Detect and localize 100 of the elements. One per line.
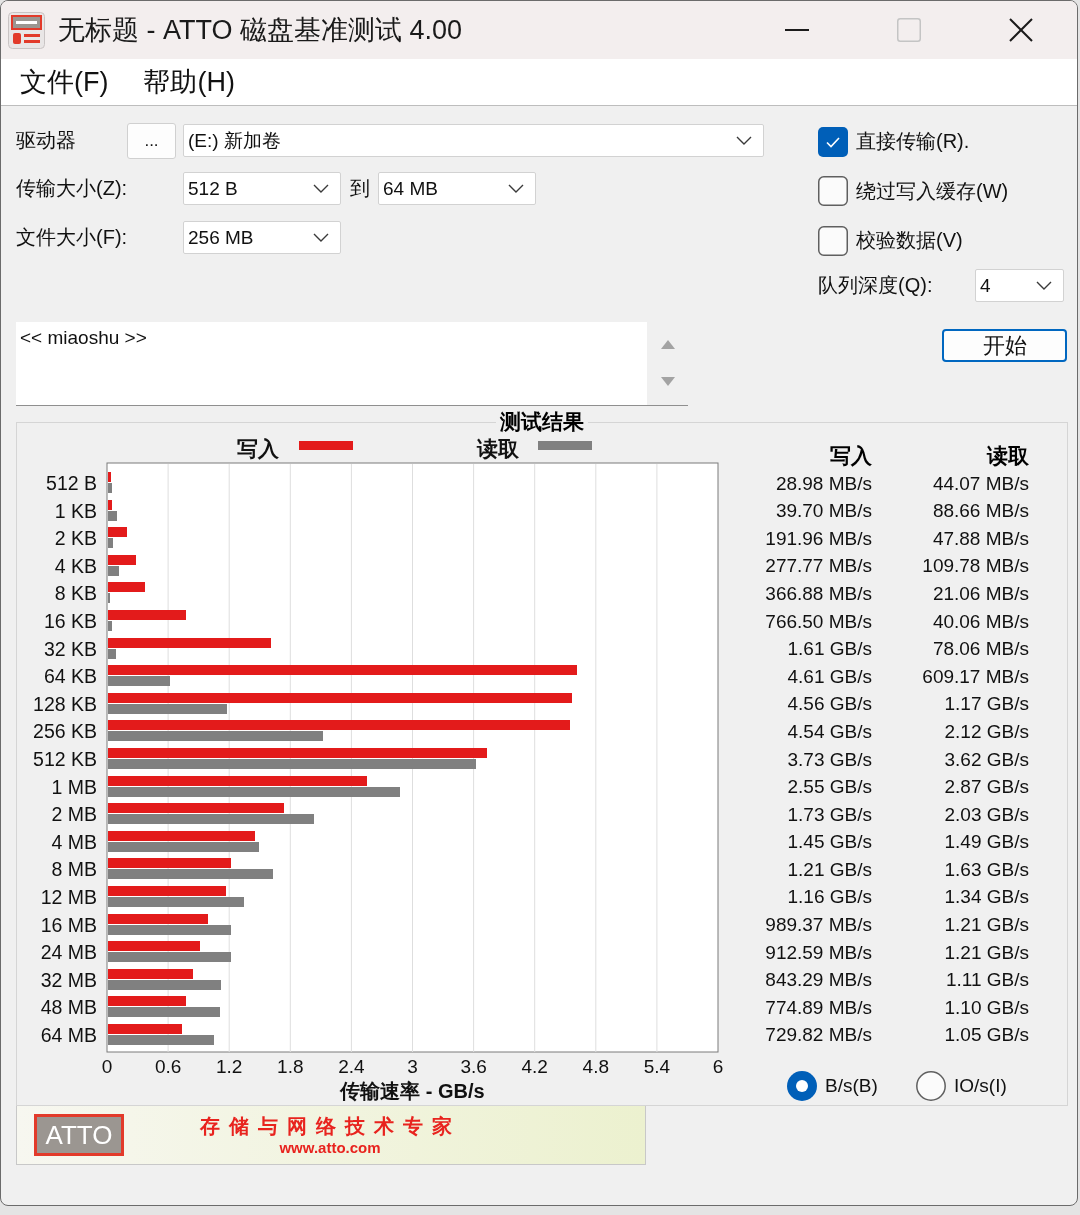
write-speed-cell: 843.29 MB/s xyxy=(765,969,872,992)
read-speed-bar xyxy=(107,483,112,493)
read-speed-cell: 609.17 MB/s xyxy=(922,665,1029,688)
read-speed-cell: 1.21 GB/s xyxy=(944,914,1029,937)
block-size-label: 4 MB xyxy=(51,830,97,853)
x-tick-label: 3.6 xyxy=(460,1056,487,1077)
block-size-label: 512 KB xyxy=(33,748,97,770)
column-header: 读取 xyxy=(987,443,1029,469)
chevron-down-icon xyxy=(736,136,752,145)
write-speed-cell: 277.77 MB/s xyxy=(765,555,872,578)
read-speed-cell: 88.66 MB/s xyxy=(932,500,1029,523)
read-speed-bar xyxy=(107,648,116,659)
radio-button[interactable] xyxy=(916,1070,946,1101)
scroll-up-icon[interactable] xyxy=(660,340,675,349)
read-speed-cell: 3.62 GB/s xyxy=(944,748,1029,771)
read-speed-cell: 2.12 GB/s xyxy=(944,720,1029,743)
radio-label[interactable]: B/s(B) xyxy=(825,1074,878,1097)
to-label: 到 xyxy=(350,176,370,201)
x-tick-label: 1.8 xyxy=(277,1056,304,1077)
scroll-down-icon[interactable] xyxy=(660,377,675,386)
x-tick-label: 1.2 xyxy=(216,1056,243,1077)
block-size-label: 16 MB xyxy=(40,913,97,936)
write-speed-cell: 729.82 MB/s xyxy=(765,1024,872,1047)
x-tick-label: 6 xyxy=(712,1056,724,1077)
block-size-label: 16 KB xyxy=(43,610,97,632)
read-speed-bar xyxy=(107,621,112,631)
read-speed-cell: 1.34 GB/s xyxy=(944,886,1029,909)
write-speed-bar xyxy=(107,499,112,510)
checkbox-label[interactable]: 直接传输(R). xyxy=(856,128,970,155)
block-size-label: 4 KB xyxy=(54,554,97,577)
read-speed-cell: 1.49 GB/s xyxy=(944,831,1029,854)
x-tick-label: 0 xyxy=(101,1056,113,1077)
checkbox-label[interactable]: 绕过写入缓存(W) xyxy=(856,177,1009,205)
block-size-label: 64 KB xyxy=(43,665,97,688)
write-speed-cell: 39.70 MB/s xyxy=(775,500,872,523)
read-speed-bar xyxy=(107,593,110,604)
read-speed-cell: 47.88 MB/s xyxy=(932,527,1029,550)
chevron-down-icon xyxy=(1036,281,1052,290)
block-size-label: 8 MB xyxy=(51,858,97,881)
transfer-size-label: 传输大小(Z): xyxy=(16,176,129,201)
read-speed-cell: 1.17 GB/s xyxy=(944,693,1029,716)
checkbox[interactable] xyxy=(818,225,848,256)
chevron-down-icon xyxy=(313,184,329,193)
write-speed-bar xyxy=(107,472,111,482)
slogan-text: 存储与网络技术专家 xyxy=(199,1113,461,1138)
read-speed-bar xyxy=(107,510,117,521)
block-size-label: 2 MB xyxy=(51,803,97,826)
block-size-label: 512 B xyxy=(46,472,97,494)
app-icon xyxy=(8,11,45,49)
checkbox[interactable] xyxy=(818,126,848,157)
column-header: 写入 xyxy=(830,443,872,469)
block-size-label: 48 MB xyxy=(40,996,97,1019)
block-size-label: 32 KB xyxy=(43,637,97,660)
read-speed-cell: 1.63 GB/s xyxy=(944,858,1029,881)
transfer-size-to-dropdown[interactable]: 64 MB xyxy=(378,172,536,205)
write-speed-cell: 1.16 GB/s xyxy=(787,886,872,909)
start-button[interactable]: 开始 xyxy=(942,329,1067,362)
write-speed-cell: 766.50 MB/s xyxy=(765,610,872,633)
write-speed-cell: 1.73 GB/s xyxy=(787,803,872,826)
read-speed-bar xyxy=(107,565,119,576)
x-axis-title: 传输速率 - GB/s xyxy=(340,1080,485,1102)
read-speed-cell: 21.06 MB/s xyxy=(932,582,1029,605)
chart-title: 测试结果 xyxy=(496,409,588,435)
legend-label: 写入 xyxy=(237,437,279,460)
x-tick-label: 4.2 xyxy=(521,1056,548,1077)
drive-label: 驱动器 xyxy=(16,128,77,153)
read-speed-cell: 2.03 GB/s xyxy=(944,803,1029,826)
read-speed-cell: 1.21 GB/s xyxy=(944,941,1029,964)
block-size-label: 1 KB xyxy=(54,499,97,522)
block-size-label: 24 MB xyxy=(40,941,97,964)
description-field[interactable]: << miaoshu >> xyxy=(16,322,647,406)
write-speed-cell: 774.89 MB/s xyxy=(765,996,872,1019)
radio-button[interactable] xyxy=(787,1070,817,1101)
drive-dropdown[interactable]: (E:) 新加卷 xyxy=(183,124,764,157)
menu-item[interactable]: 帮助(H) xyxy=(135,62,243,102)
write-speed-cell: 3.73 GB/s xyxy=(787,748,872,771)
read-speed-cell: 1.10 GB/s xyxy=(944,996,1029,1019)
chevron-down-icon xyxy=(508,184,524,193)
menu-item[interactable]: 文件(F) xyxy=(12,62,117,102)
radio-label[interactable]: IO/s(I) xyxy=(954,1074,1007,1097)
write-speed-bar xyxy=(107,554,136,565)
write-speed-cell: 28.98 MB/s xyxy=(775,472,872,495)
chevron-down-icon xyxy=(313,233,329,242)
browse-button[interactable]: ... xyxy=(127,122,176,159)
x-tick-label: 5.4 xyxy=(643,1056,671,1077)
read-speed-cell: 1.05 GB/s xyxy=(944,1024,1029,1047)
read-speed-bar xyxy=(107,538,113,549)
queue-depth-dropdown[interactable]: 4 xyxy=(975,269,1064,302)
checkbox-label[interactable]: 校验数据(V) xyxy=(856,227,963,254)
read-speed-cell: 78.06 MB/s xyxy=(932,638,1029,661)
write-speed-cell: 4.61 GB/s xyxy=(787,665,872,688)
write-speed-cell: 989.37 MB/s xyxy=(765,914,872,937)
x-tick-label: 0.6 xyxy=(154,1056,182,1077)
checkbox[interactable] xyxy=(818,176,848,206)
write-speed-cell: 912.59 MB/s xyxy=(765,941,872,964)
transfer-size-from-dropdown[interactable]: 512 B xyxy=(183,172,341,205)
file-size-dropdown[interactable]: 256 MB xyxy=(183,221,341,254)
x-tick-label: 3 xyxy=(407,1056,418,1077)
block-size-label: 64 MB xyxy=(40,1024,97,1046)
write-speed-bar xyxy=(107,527,127,538)
